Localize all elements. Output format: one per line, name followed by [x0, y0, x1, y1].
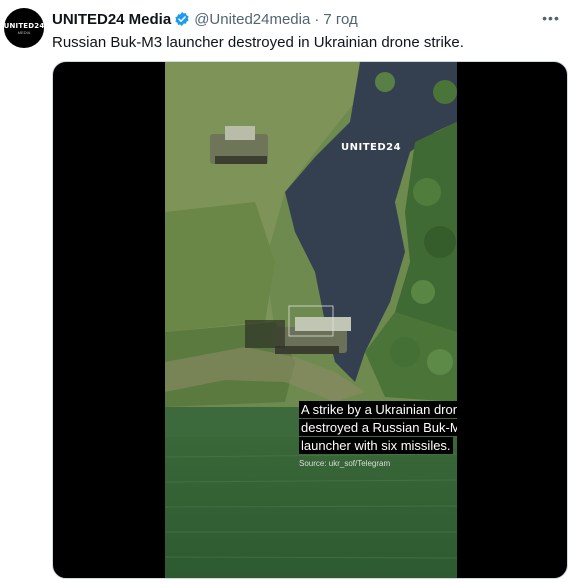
video-caption: A strike by a Ukrainian drone destroyed …: [299, 401, 457, 455]
ellipsis-icon: •••: [542, 10, 560, 26]
avatar-logo-sub: MEDIA: [17, 29, 31, 35]
tweet-header: UNITED24 Media @United24media · 7 год: [52, 9, 358, 29]
avatar[interactable]: UNITED24 MEDIA: [4, 8, 44, 48]
video-watermark: UNITED24: [341, 142, 402, 153]
avatar-logo-text: UNITED24: [4, 21, 44, 30]
tweet-text: Russian Buk-M3 launcher destroyed in Ukr…: [52, 34, 464, 51]
separator-dot: ·: [314, 10, 320, 28]
display-name[interactable]: UNITED24 Media: [52, 11, 171, 28]
handle[interactable]: @United24media: [194, 11, 310, 28]
media-video[interactable]: UNITED24 A strike by a Ukrainian drone d…: [52, 61, 568, 579]
tweet[interactable]: UNITED24 MEDIA UNITED24 Media @United24m…: [0, 0, 573, 583]
video-frame[interactable]: UNITED24 A strike by a Ukrainian drone d…: [165, 62, 457, 578]
caption-line-1: A strike by a Ukrainian drone: [299, 401, 457, 418]
caption-line-2: destroyed a Russian Buk-M3: [299, 419, 457, 436]
verified-badge-icon: [174, 11, 190, 27]
caption-line-3: launcher with six missiles.: [299, 437, 453, 454]
video-source: Source: ukr_sof/Telegram: [299, 459, 391, 468]
aerial-footage: [165, 62, 457, 578]
more-options-button[interactable]: •••: [541, 10, 561, 26]
timestamp[interactable]: 7 год: [323, 11, 357, 28]
